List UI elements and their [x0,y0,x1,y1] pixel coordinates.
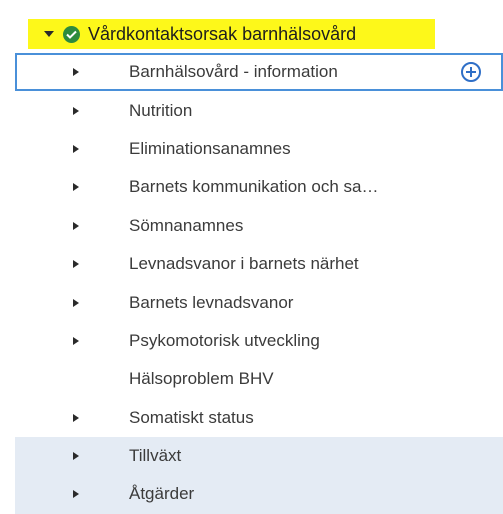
tree-item-tillvaxt[interactable]: Tillväxt [15,436,503,476]
check-circle-icon [63,25,80,43]
tree-item-psykomotorisk-utveckling[interactable]: Psykomotorisk utveckling [0,322,503,360]
tree-item-label: Nutrition [129,100,193,120]
caret-right-icon[interactable] [73,260,79,269]
tree-item-label: Tillväxt [129,446,182,466]
caret-right-icon[interactable] [73,336,79,345]
caret-right-icon[interactable] [73,183,79,192]
caret-right-icon[interactable] [73,413,79,422]
tree-root-label: Vårdkontaktsorsak barnhälsovård [88,23,357,44]
caret-right-icon[interactable] [73,221,79,230]
tree-item-eliminationsanamnes[interactable]: Eliminationsanamnes [0,130,503,168]
tree-item-label: Barnhälsovård - information [129,62,338,82]
tree-item-levnadsvanor-narhet[interactable]: Levnadsvanor i barnets närhet [0,245,503,283]
tree-item-label: Hälsoproblem BHV [129,369,274,389]
caret-right-icon[interactable] [73,144,79,153]
tree-item-somatiskt-status[interactable]: Somatiskt status [0,399,503,437]
tree-item-somnanamnes[interactable]: Sömnanamnes [0,207,503,245]
tree-item-label: Barnets levnadsvanor [129,292,294,312]
caret-right-icon[interactable] [73,452,79,461]
tree-item-nutrition[interactable]: Nutrition [0,91,503,129]
caret-right-icon[interactable] [73,490,79,499]
tree-item-label: Psykomotorisk utveckling [129,330,320,350]
tree-item-atgarder[interactable]: Åtgärder [15,475,503,514]
plus-circle-icon[interactable] [461,62,481,83]
tree-item-label: Åtgärder [129,484,195,504]
tree-item-label: Eliminationsanamnes [129,138,291,158]
tree-item-halsoproblem-bhv[interactable]: Hälsoproblem BHV [0,360,503,398]
tree-item-label: Somatiskt status [129,407,254,427]
tree-children: Barnhälsovård - information Nutrition El… [0,53,503,514]
caret-right-icon[interactable] [73,68,79,77]
caret-right-icon[interactable] [73,298,79,307]
tree-item-label: Levnadsvanor i barnets närhet [129,254,359,274]
tree-item-label: Barnets kommunikation och sa… [129,177,379,197]
tree-item-barnhalsovard-information[interactable]: Barnhälsovård - information [15,53,503,92]
tree-item-label: Sömnanamnes [129,215,244,235]
caret-down-icon[interactable] [44,31,54,37]
tree-item-barnets-kommunikation[interactable]: Barnets kommunikation och sa… [0,168,503,206]
caret-right-icon[interactable] [73,106,79,115]
tree-item-barnets-levnadsvanor[interactable]: Barnets levnadsvanor [0,283,503,321]
tree-root-header[interactable]: Vårdkontaktsorsak barnhälsovård [28,19,435,49]
